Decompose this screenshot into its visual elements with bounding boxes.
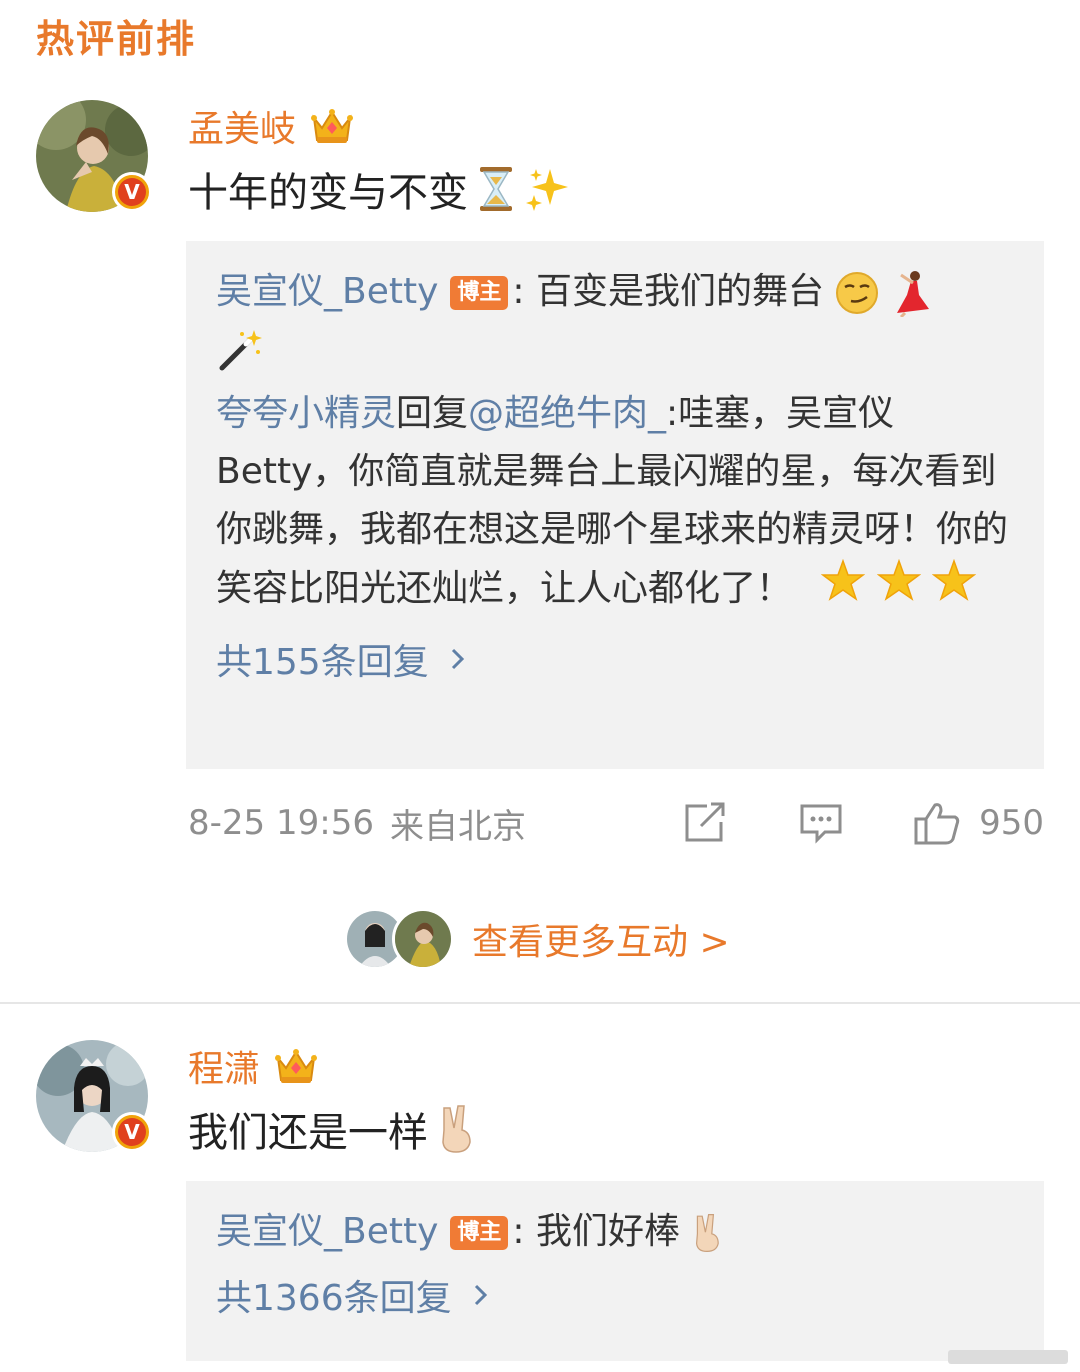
comment-button[interactable]	[799, 802, 843, 844]
like-button[interactable]: 950	[913, 801, 1044, 845]
like-count: 950	[979, 803, 1044, 843]
comment-time: 8-25 19:56	[188, 803, 374, 843]
hourglass-icon	[480, 167, 512, 211]
mention-link[interactable]: @超绝牛肉_	[468, 393, 666, 434]
reply-text: : 百变是我们的舞台	[512, 271, 824, 312]
more-interactions-label: 查看更多互动 >	[472, 922, 730, 963]
sparkles-icon	[526, 169, 568, 211]
comment-meta: 8-25 19:56 来自北京 950	[188, 800, 1044, 847]
reply-preview[interactable]: 吴宣仪_Betty 博主: 我们好棒 共1366条回复	[186, 1181, 1044, 1361]
reply-text: : 我们好棒	[512, 1211, 680, 1252]
share-button[interactable]	[683, 802, 727, 844]
reply-author[interactable]: 吴宣仪_Betty	[216, 1211, 438, 1252]
comment-text: 我们还是一样	[188, 1100, 476, 1158]
nested-reply-author[interactable]: 夸夸小精灵	[216, 393, 396, 434]
comment-username[interactable]: 孟美岐	[188, 100, 354, 152]
avatar[interactable]: V	[36, 1040, 152, 1152]
smirk-face-icon	[836, 272, 879, 314]
victory-hand-icon	[696, 1214, 720, 1253]
more-interactions-link[interactable]: 查看更多互动 >	[344, 904, 730, 974]
victory-hand-icon	[442, 1105, 471, 1153]
section-title: 热评前排	[36, 17, 197, 61]
glowing-star-icon	[932, 558, 977, 601]
nested-reply-verb: 回复	[396, 393, 469, 434]
glowing-star-icon	[821, 558, 866, 601]
verified-badge-icon: V	[112, 1112, 152, 1152]
watermark-logo	[948, 1350, 1068, 1364]
nested-reply[interactable]: 夸夸小精灵回复@超绝牛肉_:哇塞，吴宣仪Betty，你简直就是舞台上最闪耀的星，…	[216, 385, 1014, 621]
more-replies-link[interactable]: 共155条回复	[216, 633, 1014, 685]
magic-wand-icon	[219, 330, 262, 371]
reply-author[interactable]: 吴宣仪_Betty	[216, 271, 438, 312]
more-replies-link[interactable]: 共1366条回复	[216, 1269, 1014, 1321]
reply-preview[interactable]: 吴宣仪_Betty 博主: 百变是我们的舞台 夸夸小精灵回复@超绝牛肉_:哇塞，吴…	[186, 241, 1044, 769]
dancer-icon	[896, 271, 929, 319]
blogger-tag: 博主	[450, 1216, 509, 1250]
share-icon	[685, 802, 725, 842]
divider	[0, 1002, 1080, 1004]
avatar	[392, 908, 454, 970]
comment-username[interactable]: 程潇	[188, 1040, 318, 1092]
blogger-tag: 博主	[450, 276, 509, 310]
glowing-star-icon	[876, 558, 922, 601]
verified-badge-icon: V	[112, 172, 152, 212]
avatar[interactable]: V	[36, 100, 152, 212]
chevron-right-icon	[474, 1284, 487, 1306]
crown-icon	[311, 109, 354, 143]
chevron-right-icon	[451, 648, 464, 670]
comment-text: 十年的变与不变	[188, 160, 572, 218]
thumbs-up-icon	[914, 803, 960, 845]
crown-icon	[275, 1049, 318, 1083]
comment-icon	[800, 804, 842, 844]
comment-location: 来自北京	[389, 806, 526, 847]
